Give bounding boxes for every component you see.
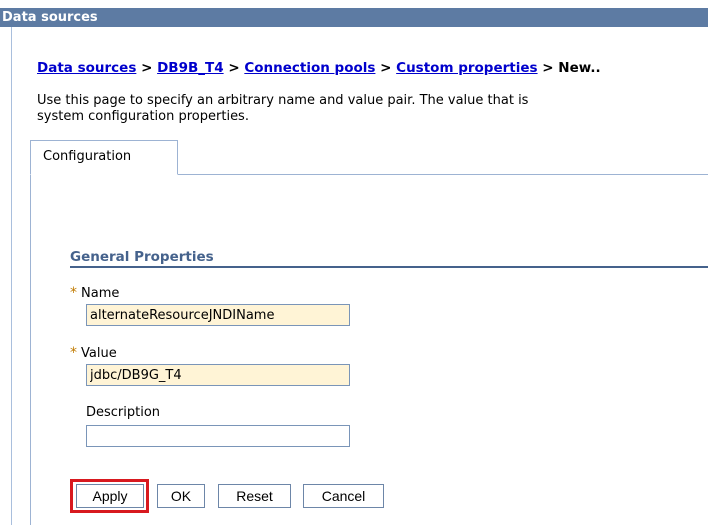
breadcrumb-db9b-t4[interactable]: DB9B_T4 (157, 60, 224, 76)
breadcrumb: Data sources > DB9B_T4 > Connection pool… (37, 60, 708, 76)
breadcrumb-separator: > (542, 60, 554, 76)
section-divider (70, 266, 708, 268)
ok-button[interactable]: OK (157, 484, 205, 508)
tab-configuration[interactable]: Configuration (30, 140, 178, 175)
name-label-row: * Name (70, 285, 119, 301)
required-icon: * (70, 285, 77, 301)
page-description: Use this page to specify an arbitrary na… (37, 93, 708, 125)
description-label: Description (86, 405, 161, 420)
window-title: Data sources (0, 8, 708, 27)
panel-border (30, 175, 31, 525)
tab-label: Configuration (43, 149, 132, 164)
description-line: system configuration properties. (37, 109, 249, 124)
name-field[interactable] (86, 304, 350, 326)
value-label-row: * Value (70, 345, 117, 361)
name-label: Name (81, 286, 120, 301)
required-icon: * (70, 345, 77, 361)
description-line: Use this page to specify an arbitrary na… (37, 93, 529, 108)
breadcrumb-separator: > (141, 60, 153, 76)
description-field[interactable] (86, 425, 350, 447)
breadcrumb-current: New.. (558, 60, 601, 76)
apply-button[interactable]: Apply (76, 484, 144, 508)
value-field[interactable] (86, 364, 350, 386)
breadcrumb-data-sources[interactable]: Data sources (37, 60, 136, 76)
breadcrumb-custom-properties[interactable]: Custom properties (396, 60, 537, 76)
reset-button[interactable]: Reset (218, 484, 291, 508)
cancel-button[interactable]: Cancel (303, 484, 384, 508)
section-title: General Properties (70, 249, 214, 265)
breadcrumb-connection-pools[interactable]: Connection pools (244, 60, 375, 76)
breadcrumb-separator: > (228, 60, 240, 76)
breadcrumb-separator: > (380, 60, 392, 76)
value-label: Value (81, 346, 117, 361)
